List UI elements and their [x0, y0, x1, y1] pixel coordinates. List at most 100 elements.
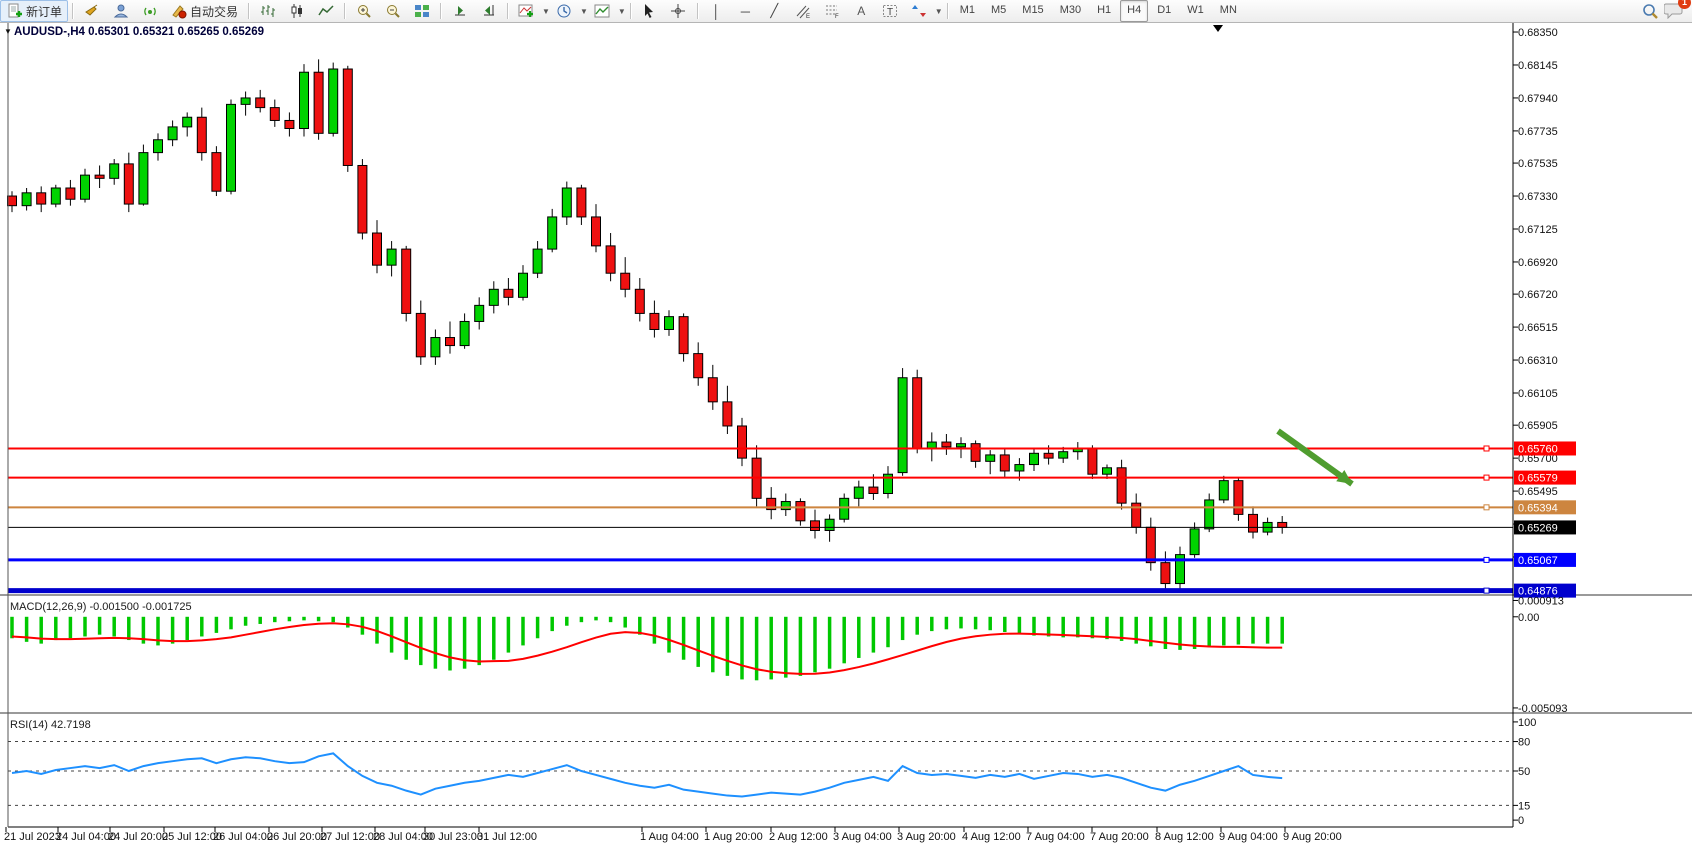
candle-chart-icon[interactable] [282, 1, 311, 21]
vertical-line-icon[interactable]: │ [702, 1, 731, 21]
chart-window[interactable]: 0.683500.681450.679400.677350.675350.673… [0, 23, 1692, 854]
candle-body [256, 98, 265, 108]
template-icon[interactable] [588, 1, 617, 21]
svg-text:0.65269: 0.65269 [1518, 522, 1558, 534]
candle-body [781, 502, 790, 510]
svg-text:0.66920: 0.66920 [1518, 257, 1558, 269]
trendline-icon[interactable]: ╱ [760, 1, 789, 21]
candle-body [1278, 522, 1287, 527]
search-icon[interactable] [1641, 3, 1658, 19]
svg-text:80: 80 [1518, 737, 1530, 749]
chevron-down-icon[interactable]: ▼ [935, 7, 943, 16]
time-label: 2 Aug 12:00 [769, 831, 828, 843]
period-icon[interactable] [550, 1, 579, 21]
candle-body [1088, 448, 1097, 474]
svg-text:0.65760: 0.65760 [1518, 443, 1558, 455]
timeframe-h1[interactable]: H1 [1090, 0, 1118, 22]
candle-body [548, 217, 557, 249]
line-chart-icon[interactable] [311, 1, 340, 21]
candle-body [81, 175, 90, 199]
chart-shift-icon[interactable] [474, 1, 503, 21]
candle-body [971, 444, 980, 462]
fibonacci-icon[interactable]: F [818, 1, 847, 21]
timeframe-h4[interactable]: H4 [1120, 0, 1148, 22]
timeframe-d1[interactable]: D1 [1150, 0, 1178, 22]
toolbar-separator [72, 3, 73, 19]
time-label: 1 Aug 20:00 [704, 831, 763, 843]
arrows-icon[interactable] [905, 1, 934, 21]
chevron-down-icon[interactable]: ▼ [580, 7, 588, 16]
time-label: 27 Jul 12:00 [320, 831, 380, 843]
chevron-down-icon[interactable]: ▼ [618, 7, 626, 16]
candle-body [621, 273, 630, 289]
candle-body [66, 188, 75, 199]
tile-windows-icon[interactable] [407, 1, 436, 21]
channel-icon[interactable]: E [789, 1, 818, 21]
candle-body [796, 502, 805, 521]
candle-body [811, 521, 820, 531]
time-label: 1 Aug 04:00 [640, 831, 699, 843]
svg-text:50: 50 [1518, 766, 1530, 778]
timeframe-w1[interactable]: W1 [1180, 0, 1211, 22]
time-label: 3 Aug 20:00 [897, 831, 956, 843]
zoom-out-icon[interactable] [378, 1, 407, 21]
signal-icon[interactable] [135, 1, 164, 21]
candle-body [1059, 452, 1068, 458]
bar-chart-icon[interactable] [253, 1, 282, 21]
horn-icon[interactable] [77, 1, 106, 21]
svg-text:-0.005093: -0.005093 [1518, 703, 1568, 715]
timeframe-m15[interactable]: M15 [1015, 0, 1050, 22]
autotrade-icon [170, 3, 187, 19]
svg-text:E: E [806, 14, 810, 19]
candle-body [665, 317, 674, 330]
text-icon[interactable]: A [847, 1, 876, 21]
candle-body [898, 378, 907, 473]
new-order-icon [6, 3, 23, 19]
svg-text:0.67330: 0.67330 [1518, 191, 1558, 203]
horizontal-line-icon[interactable]: ─ [731, 1, 760, 21]
line-handle [1484, 557, 1489, 562]
candle-body [358, 165, 367, 233]
new-order-label: 新订单 [26, 3, 62, 20]
candle-body [285, 120, 294, 128]
autotrade-button[interactable]: 自动交易 [164, 0, 244, 22]
candle-body [650, 313, 659, 329]
toolbar-separator [630, 3, 631, 19]
candle-body [183, 117, 192, 127]
candle-body [475, 305, 484, 321]
timeframe-m1[interactable]: M1 [953, 0, 982, 22]
text-label-icon[interactable]: T [876, 1, 905, 21]
svg-text:0.67535: 0.67535 [1518, 158, 1558, 170]
candle-body [913, 378, 922, 449]
symbol-caret-icon[interactable]: ▼ [4, 27, 12, 36]
chevron-down-icon[interactable]: ▼ [542, 7, 550, 16]
timeframe-mn[interactable]: MN [1213, 0, 1244, 22]
chat-button[interactable]: 1 [1664, 1, 1684, 22]
crosshair-icon[interactable] [664, 1, 693, 21]
autotrade-label: 自动交易 [190, 3, 238, 20]
zoom-in-icon[interactable] [349, 1, 378, 21]
candle-body [869, 487, 878, 493]
time-label: 21 Jul 2023 [4, 831, 61, 843]
auto-scroll-icon[interactable] [445, 1, 474, 21]
candle-body [504, 289, 513, 297]
toolbar-separator [507, 3, 508, 19]
svg-text:0.00: 0.00 [1518, 612, 1539, 624]
candle-body [738, 426, 747, 458]
new-order-button[interactable]: 新订单 [0, 0, 68, 22]
svg-text:0.65905: 0.65905 [1518, 420, 1558, 432]
timeframe-m30[interactable]: M30 [1053, 0, 1088, 22]
candle-body [708, 378, 717, 402]
chart-canvas[interactable]: 0.683500.681450.679400.677350.675350.673… [0, 23, 1692, 849]
candle-body [519, 273, 528, 297]
time-label: 9 Aug 20:00 [1283, 831, 1342, 843]
add-indicator-icon[interactable] [512, 1, 541, 21]
toolbar-separator [440, 3, 441, 19]
candle-body [1000, 455, 1009, 471]
candle-body [241, 98, 250, 104]
cursor-icon[interactable] [635, 1, 664, 21]
line-handle [1484, 505, 1489, 510]
candle-body [1249, 514, 1258, 532]
profile-icon[interactable] [106, 1, 135, 21]
timeframe-m5[interactable]: M5 [984, 0, 1013, 22]
